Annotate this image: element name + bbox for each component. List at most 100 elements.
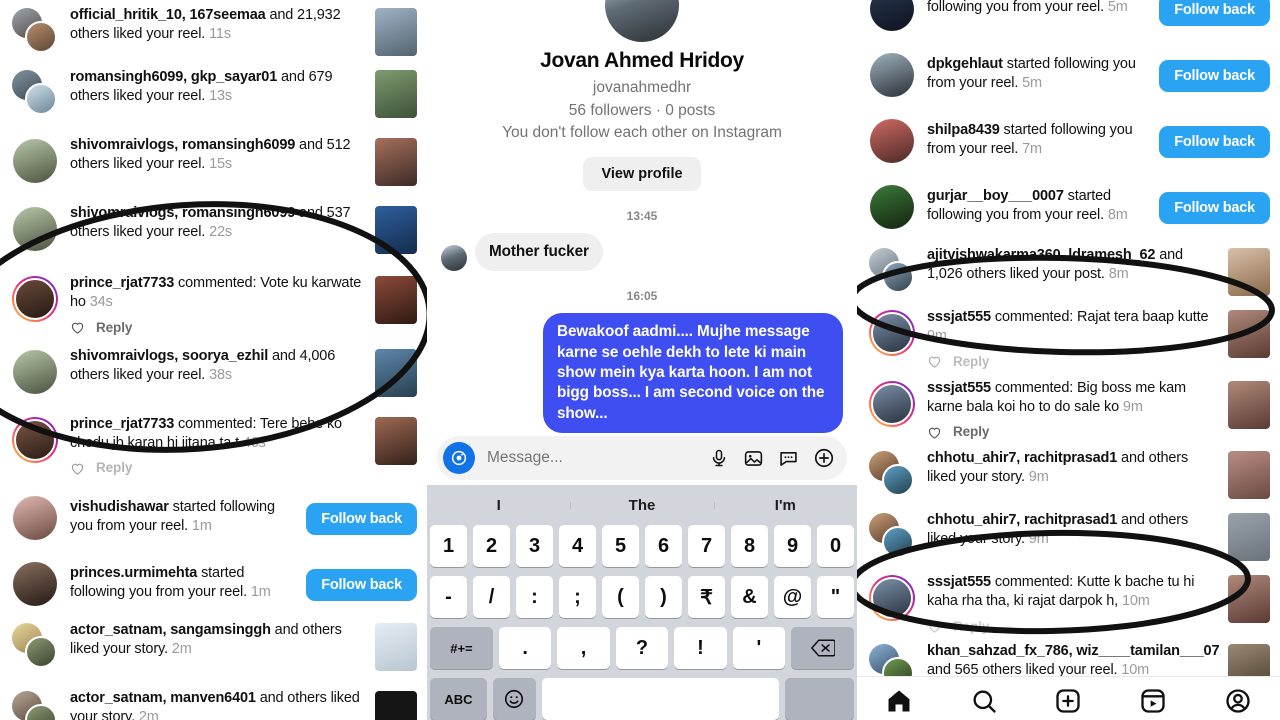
avatar[interactable] — [12, 495, 58, 541]
notification-row[interactable]: chhotu_ahir7, rachitprasad1 and others l… — [857, 449, 1280, 503]
post-thumbnail[interactable] — [375, 348, 417, 397]
heart-icon[interactable] — [927, 425, 942, 440]
reply-row[interactable]: Reply — [70, 459, 367, 477]
notification-usernames[interactable]: sssjat555 — [927, 380, 991, 396]
key-8[interactable]: 8 — [731, 525, 768, 567]
key-semicolon[interactable]: ; — [559, 576, 596, 618]
notification-row[interactable]: shilpa8439 started following you from yo… — [857, 112, 1280, 168]
key-9[interactable]: 9 — [774, 525, 811, 567]
key-colon[interactable]: : — [516, 576, 553, 618]
key-period[interactable]: . — [498, 627, 552, 669]
plus-icon[interactable] — [813, 447, 835, 469]
follow-back-button[interactable]: Follow back — [1159, 59, 1270, 92]
notification-usernames[interactable]: sssjat555 — [927, 574, 991, 590]
post-thumbnail[interactable] — [375, 691, 417, 720]
notification-usernames[interactable]: gurjar__boy___0007 — [927, 188, 1064, 204]
key-hyphen[interactable]: - — [430, 576, 467, 618]
message-bubble-incoming[interactable]: Mother fucker — [475, 233, 603, 272]
notification-row[interactable]: shivomraivlogs, romansingh6099 and 512 o… — [0, 136, 427, 194]
notification-row[interactable]: romansingh6099, gkp_sayar01 and 679 othe… — [0, 68, 427, 126]
avatar[interactable] — [12, 349, 58, 395]
key-at[interactable]: @ — [774, 576, 811, 618]
notification-row[interactable]: prince_rjat7733 commented: Tere bebe ko … — [0, 415, 427, 478]
key-abc-toggle[interactable]: ABC — [430, 678, 487, 720]
reply-row[interactable]: Reply — [70, 319, 367, 337]
key-paren-open[interactable]: ( — [602, 576, 639, 618]
notification-row[interactable]: sssjat555 commented: Big boss me kam kar… — [857, 379, 1280, 442]
reply-row[interactable]: Reply — [927, 618, 1220, 636]
reply-row[interactable]: Reply — [927, 353, 1220, 371]
home-icon[interactable] — [885, 687, 913, 715]
post-thumbnail[interactable] — [1228, 310, 1270, 358]
reply-label[interactable]: Reply — [953, 353, 989, 371]
avatar-with-story-ring[interactable] — [869, 380, 915, 427]
avatar[interactable] — [869, 451, 915, 497]
notification-usernames[interactable]: vishudishawar — [70, 499, 169, 515]
notification-usernames[interactable]: actor_satnam, manven6401 — [70, 690, 256, 706]
key-space[interactable] — [541, 678, 780, 720]
reply-label[interactable]: Reply — [96, 319, 132, 337]
notification-usernames[interactable]: ajitvishwakarma360, ldramesh_62 — [927, 247, 1155, 263]
post-thumbnail[interactable] — [375, 276, 417, 324]
suggestion-2[interactable]: The — [570, 497, 713, 514]
camera-icon[interactable] — [443, 442, 475, 474]
profile-avatar[interactable] — [605, 0, 679, 42]
notification-usernames[interactable]: princes.urmimehta — [70, 565, 197, 581]
notification-row[interactable]: gurjar__boy___0007 started following you… — [857, 178, 1280, 234]
microphone-icon[interactable] — [709, 448, 729, 468]
avatar[interactable] — [12, 206, 58, 252]
notification-usernames[interactable]: actor_satnam, sangamsinggh — [70, 622, 271, 638]
notification-row[interactable]: shivomraivlogs, romansingh6099 and 537 o… — [0, 204, 427, 262]
post-thumbnail[interactable] — [375, 70, 417, 118]
key-paren-close[interactable]: ) — [645, 576, 682, 618]
gallery-icon[interactable] — [743, 448, 764, 469]
notification-row[interactable]: prince_rjat7733 commented: Vote ku karwa… — [0, 274, 427, 337]
add-post-icon[interactable] — [1054, 687, 1082, 715]
avatar-with-story-ring[interactable] — [869, 310, 915, 356]
key-7[interactable]: 7 — [688, 525, 725, 567]
view-profile-button[interactable]: View profile — [583, 157, 701, 191]
backspace-icon[interactable] — [791, 627, 855, 669]
notification-usernames[interactable]: prince_rjat7733 — [70, 416, 174, 432]
key-1[interactable]: 1 — [430, 525, 467, 567]
notification-usernames[interactable]: shivomraivlogs, soorya_ezhil — [70, 348, 268, 364]
notification-row[interactable]: sssjat555 commented: Rajat tera baap kut… — [857, 308, 1280, 371]
reply-label[interactable]: Reply — [953, 618, 989, 636]
avatar-with-story-ring[interactable] — [869, 575, 915, 622]
avatar[interactable] — [869, 118, 915, 164]
avatar[interactable] — [12, 8, 58, 54]
key-apostrophe[interactable]: ' — [732, 627, 786, 669]
notification-usernames[interactable]: official_hritik_10, 167seemaa — [70, 7, 266, 23]
notification-row[interactable]: following you from your reel. 5m Follow … — [857, 0, 1280, 34]
key-6[interactable]: 6 — [645, 525, 682, 567]
message-avatar[interactable] — [441, 245, 467, 272]
avatar[interactable] — [869, 184, 915, 230]
notification-row[interactable]: official_hritik_10, 167seemaa and 21,932… — [0, 6, 427, 64]
notification-usernames[interactable]: chhotu_ahir7, rachitprasad1 — [927, 512, 1117, 528]
notification-usernames[interactable]: chhotu_ahir7, rachitprasad1 — [927, 450, 1117, 466]
notification-usernames[interactable]: romansingh6099, gkp_sayar01 — [70, 69, 277, 85]
follow-back-button[interactable]: Follow back — [306, 568, 417, 601]
key-ampersand[interactable]: & — [731, 576, 768, 618]
key-exclamation[interactable]: ! — [674, 627, 727, 669]
profile-icon[interactable] — [1224, 687, 1252, 715]
heart-icon[interactable] — [927, 354, 942, 369]
follow-back-button[interactable]: Follow back — [1159, 0, 1270, 26]
reply-label[interactable]: Reply — [96, 459, 132, 477]
sticker-icon[interactable] — [778, 448, 799, 469]
notification-usernames[interactable]: shivomraivlogs, romansingh6099 — [70, 137, 295, 153]
notification-row[interactable]: vishudishawar started following you from… — [0, 489, 427, 545]
notification-usernames[interactable]: sssjat555 — [927, 309, 991, 325]
message-bubble-outgoing[interactable]: Bewakoof aadmi.... Mujhe message karne s… — [543, 313, 843, 434]
avatar[interactable] — [869, 0, 915, 32]
post-thumbnail[interactable] — [1228, 380, 1270, 429]
follow-back-button[interactable]: Follow back — [1159, 125, 1270, 158]
notification-usernames[interactable]: dpkgehlaut — [927, 56, 1003, 72]
emoji-icon[interactable] — [492, 678, 536, 720]
post-thumbnail[interactable] — [1228, 575, 1270, 624]
post-thumbnail[interactable] — [375, 623, 417, 672]
notification-usernames[interactable]: khan_sahzad_fx_786, wiz____tamilan___07 — [927, 643, 1220, 659]
follow-back-button[interactable]: Follow back — [1159, 191, 1270, 224]
reply-label[interactable]: Reply — [953, 423, 989, 441]
post-thumbnail[interactable] — [1228, 248, 1270, 296]
